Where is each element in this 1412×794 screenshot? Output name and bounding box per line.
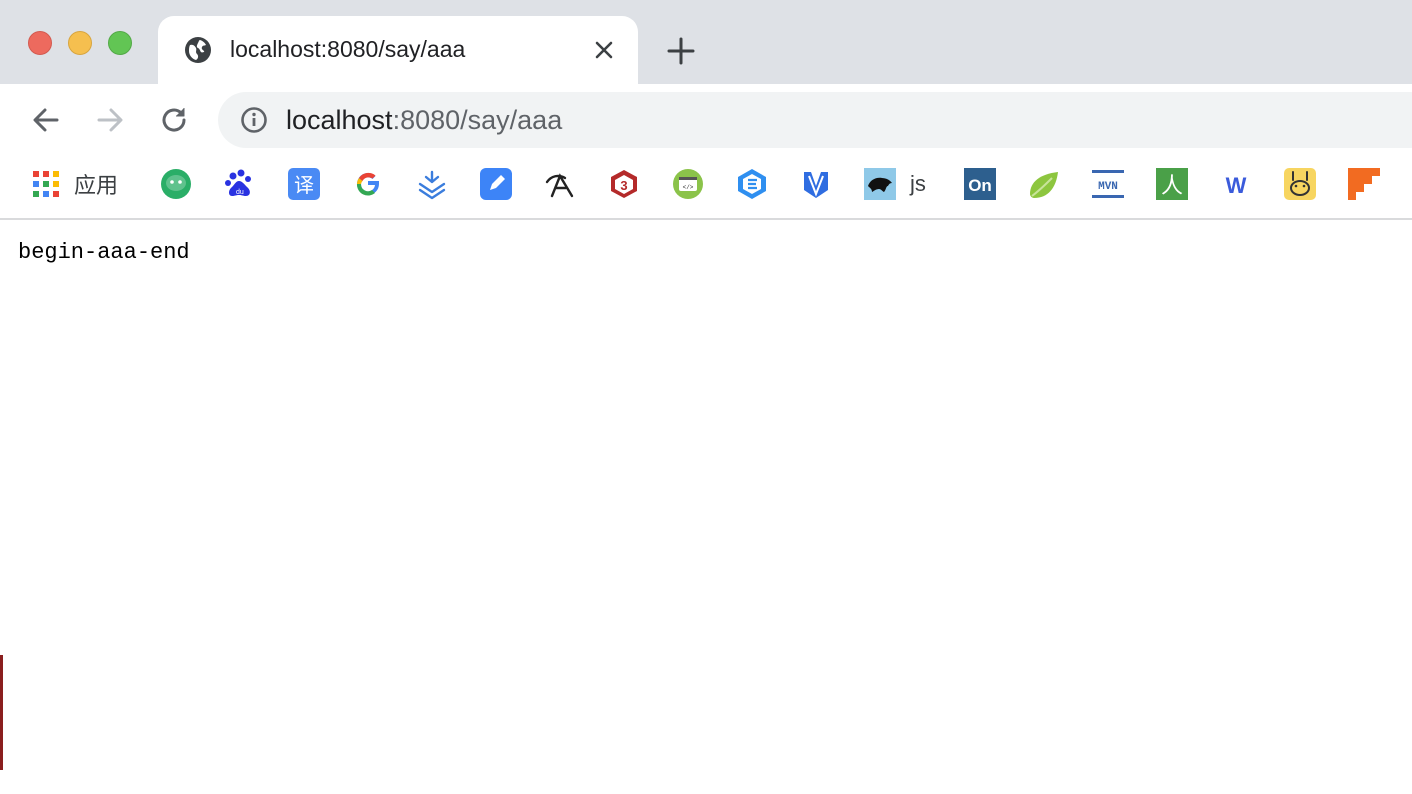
reload-icon[interactable]	[158, 104, 190, 136]
bookmark-w[interactable]: W	[1220, 168, 1252, 200]
svg-text:MVN: MVN	[1098, 181, 1118, 193]
svg-text:人: 人	[1161, 174, 1183, 199]
translate-icon: 译	[288, 168, 320, 200]
google-icon	[356, 172, 379, 196]
person-char-icon: 人	[1156, 168, 1188, 200]
bookmark-sketch[interactable]	[544, 168, 576, 200]
svg-text:译: 译	[294, 173, 314, 197]
bookmark-label: js	[910, 171, 926, 196]
bookmark-label: 应用	[74, 173, 119, 198]
url-text[interactable]: localhost:8080/say/aaa	[286, 105, 562, 136]
sketch-figure-icon	[545, 173, 574, 198]
bookmark-wechat[interactable]	[160, 168, 192, 200]
bookmark-code[interactable]: </>	[672, 168, 704, 200]
wechat-icon	[161, 169, 191, 199]
address-bar[interactable]: localhost:8080/say/aaa	[218, 92, 1412, 148]
svg-text:du: du	[236, 189, 244, 196]
on-tile-icon: On	[964, 168, 996, 200]
bookmark-stairs[interactable]	[1348, 168, 1380, 200]
bookmark-translate[interactable]: 译	[288, 168, 320, 200]
bookmark-download[interactable]	[416, 168, 448, 200]
three-js-icon: 3	[611, 170, 637, 198]
edit-note-icon	[480, 168, 512, 200]
info-icon[interactable]	[240, 106, 268, 134]
bookmark-v[interactable]	[800, 168, 832, 200]
bookmark-on[interactable]: On	[964, 168, 996, 200]
bookmark-three[interactable]: 3	[608, 168, 640, 200]
download-chevrons-icon	[418, 170, 446, 200]
window-minimize-button[interactable]	[68, 31, 92, 55]
bookmark-e[interactable]	[736, 168, 768, 200]
page-body-text: begin-aaa-end	[18, 240, 190, 265]
v-shield-icon	[804, 172, 828, 198]
tab-title: localhost:8080/say/aaa	[230, 36, 466, 62]
bunny-face-icon	[1284, 168, 1316, 200]
w-letter-icon: W	[1226, 173, 1247, 198]
svg-text:</>: </>	[683, 184, 694, 191]
orange-stairs-icon	[1348, 168, 1380, 200]
e-hexagon-icon	[738, 169, 766, 199]
bookmark-notes[interactable]	[480, 168, 512, 200]
bookmark-ren[interactable]: 人	[1156, 168, 1188, 200]
svg-text:W: W	[1226, 173, 1247, 198]
bookmarks-bar: 应用 du 译 3 </> js On MVN 人 W	[0, 156, 1412, 220]
bookmark-js[interactable]: js	[864, 168, 926, 200]
code-window-icon: </>	[673, 169, 703, 199]
tab-strip: localhost:8080/say/aaa	[0, 0, 1412, 84]
bookmark-apps[interactable]: 应用	[32, 168, 118, 200]
leaf-icon	[1030, 172, 1058, 198]
active-tab[interactable]: localhost:8080/say/aaa	[158, 16, 638, 84]
black-panther-icon	[864, 168, 896, 200]
window-close-button[interactable]	[28, 31, 52, 55]
url-path: :8080/say/aaa	[392, 105, 563, 135]
mvn-icon: MVN	[1092, 170, 1124, 198]
url-host: localhost	[286, 105, 393, 135]
apps-grid-icon	[33, 171, 59, 197]
bookmark-spring[interactable]	[1028, 168, 1060, 200]
window-maximize-button[interactable]	[108, 31, 132, 55]
globe-icon	[185, 37, 211, 63]
forward-arrow-icon[interactable]	[94, 104, 126, 136]
new-tab-plus-icon[interactable]	[666, 36, 696, 66]
back-arrow-icon[interactable]	[30, 104, 62, 136]
bookmark-google[interactable]	[352, 168, 384, 200]
svg-text:On: On	[968, 176, 992, 195]
close-icon[interactable]	[592, 38, 616, 62]
background-window-edge	[0, 655, 3, 770]
toolbar: localhost:8080/say/aaa	[0, 84, 1412, 156]
bookmark-baidu[interactable]: du	[224, 168, 256, 200]
svg-text:3: 3	[620, 178, 627, 193]
bookmark-mvn[interactable]: MVN	[1092, 168, 1124, 200]
bookmark-bunny[interactable]	[1284, 168, 1316, 200]
baidu-icon: du	[225, 169, 251, 196]
